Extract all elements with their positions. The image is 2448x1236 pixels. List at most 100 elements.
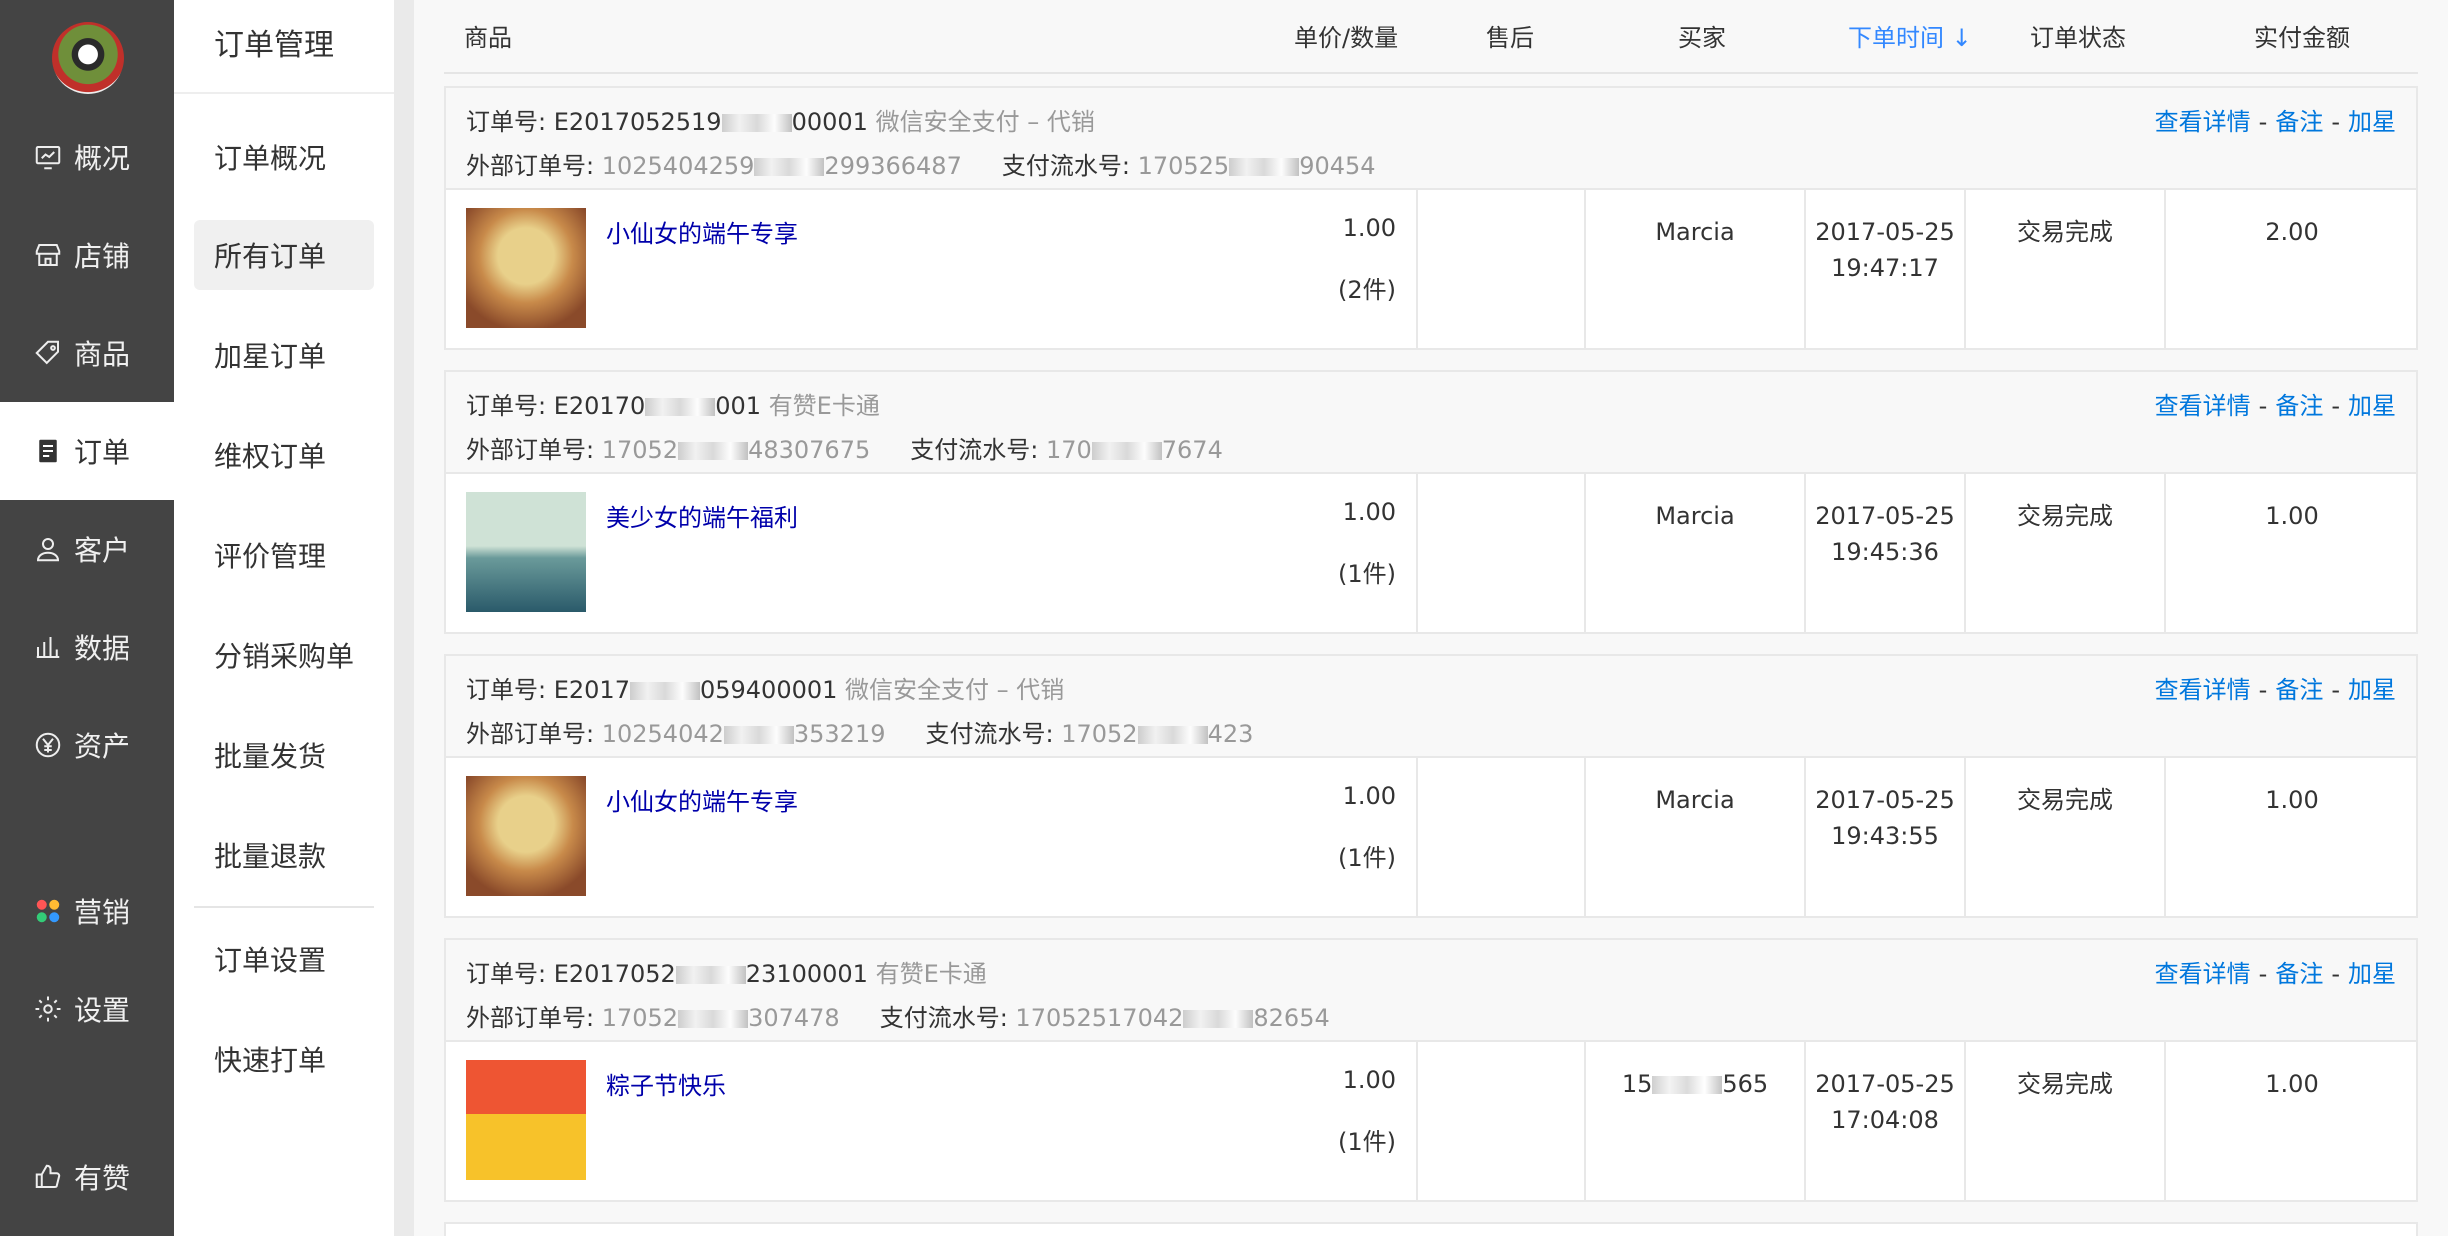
ext-order-number-tail: 307478 — [748, 1004, 840, 1032]
pay-channel: 有赞E卡通 — [875, 960, 987, 988]
redacted — [1652, 1076, 1723, 1094]
order-number: E2017052 — [553, 960, 676, 988]
subnav-item-all-orders[interactable]: 所有订单 — [194, 220, 374, 290]
pay-channel: 微信安全支付 – 代销 — [845, 676, 1065, 704]
subnav-item-overview[interactable]: 订单概况 — [194, 122, 374, 192]
pay-serial-tail: 423 — [1207, 720, 1254, 748]
unit-price: 1.00 — [1342, 498, 1396, 526]
subnav-item-reviews[interactable]: 评价管理 — [194, 520, 374, 590]
nav-label: 店铺 — [74, 240, 131, 273]
subnav-item-distribution[interactable]: 分销采购单 — [194, 620, 374, 690]
redacted — [721, 114, 792, 132]
nav-item-store[interactable]: 店铺 — [0, 206, 174, 304]
pay-serial: 17052517042 — [1015, 1004, 1184, 1032]
redacted — [1229, 158, 1300, 176]
order-status: 交易完成 — [2017, 218, 2113, 246]
label: 外部订单号: — [466, 720, 602, 748]
subnav-item-batch-ship[interactable]: 批量发货 — [194, 720, 374, 790]
subnav-item-batch-refund[interactable]: 批量退款 — [194, 820, 374, 890]
order-list-area: 商品 单价/数量 售后 买家 下单时间 ↓ 订单状态 实付金额 订单号: E20… — [414, 0, 2448, 1236]
unit-price: 1.00 — [1342, 1066, 1396, 1094]
subnav-title: 订单管理 — [214, 28, 334, 63]
label: 订单号: — [466, 392, 554, 420]
nav-item-data[interactable]: 数据 — [0, 598, 174, 696]
view-detail-link[interactable]: 查看详情 — [2155, 392, 2251, 420]
buyer-name: Marcia — [1655, 786, 1735, 814]
subnav-item-quick-print[interactable]: 快速打单 — [194, 1024, 374, 1094]
pay-serial-tail: 90454 — [1299, 152, 1376, 180]
view-detail-link[interactable]: 查看详情 — [2155, 108, 2251, 136]
col-product: 商品 — [464, 24, 512, 52]
after-sale-cell — [1416, 756, 1584, 918]
order-card-partial — [444, 1222, 2418, 1236]
label: 订单号: — [466, 108, 554, 136]
nav-item-customers[interactable]: 客户 — [0, 500, 174, 598]
ext-order-number: 17052 — [601, 436, 679, 464]
order-time: 19:43:55 — [1831, 822, 1939, 850]
sep: - — [2331, 960, 2340, 988]
order-date: 2017-05-25 — [1815, 218, 1955, 246]
nav-label: 营销 — [74, 896, 131, 929]
monitor-icon — [32, 141, 64, 173]
nav-item-marketing[interactable]: 营销 — [0, 862, 174, 960]
apps-icon — [32, 895, 64, 927]
sep: - — [2331, 108, 2340, 136]
redacted — [1183, 1010, 1254, 1028]
quantity: (1件) — [1338, 1128, 1396, 1156]
sep: - — [2258, 108, 2268, 136]
order-date: 2017-05-25 — [1815, 1070, 1955, 1098]
unit-price: 1.00 — [1342, 214, 1396, 242]
label: 订单号: — [466, 960, 554, 988]
nav-item-goods[interactable]: 商品 — [0, 304, 174, 402]
star-link[interactable]: 加星 — [2348, 676, 2396, 704]
sep: - — [2258, 392, 2268, 420]
label: 支付流水号: — [1001, 152, 1138, 180]
star-link[interactable]: 加星 — [2348, 960, 2396, 988]
remark-link[interactable]: 备注 — [2275, 676, 2323, 704]
remark-link[interactable]: 备注 — [2275, 108, 2323, 136]
view-detail-link[interactable]: 查看详情 — [2155, 960, 2251, 988]
nav-item-settings[interactable]: 设置 — [0, 960, 174, 1058]
col-after-sale: 售后 — [1486, 24, 1534, 52]
col-order-time-sort[interactable]: 下单时间 ↓ — [1848, 18, 1972, 53]
divider — [174, 92, 394, 94]
remark-link[interactable]: 备注 — [2275, 960, 2323, 988]
order-header: 订单号: E20170 001 有赞E卡通 外部订单号: 17052 4830767… — [446, 372, 2416, 474]
pay-serial: 17052 — [1061, 720, 1138, 748]
view-detail-link[interactable]: 查看详情 — [2155, 676, 2251, 704]
order-header: 订单号: E2017052 23100001 有赞E卡通 外部订单号: 17052… — [446, 940, 2416, 1042]
redacted — [723, 726, 794, 744]
table-header: 商品 单价/数量 售后 买家 下单时间 ↓ 订单状态 实付金额 — [444, 0, 2418, 74]
ext-order-number-tail: 353219 — [793, 720, 886, 748]
ext-order-number: 1025404259 — [601, 152, 755, 180]
nav-item-overview[interactable]: 概况 — [0, 108, 174, 206]
nav-label: 有赞 — [74, 1162, 131, 1195]
buyer-phone-tail: 565 — [1722, 1070, 1769, 1098]
pay-channel: 微信安全支付 – 代销 — [875, 108, 1095, 136]
sep: - — [2331, 392, 2340, 420]
star-link[interactable]: 加星 — [2348, 108, 2396, 136]
star-link[interactable]: 加星 — [2348, 392, 2396, 420]
label: 外部订单号: — [466, 152, 602, 180]
order-number: E2017052519 — [553, 108, 722, 136]
order-status: 交易完成 — [2017, 502, 2113, 530]
order-status: 交易完成 — [2017, 786, 2113, 814]
nav-item-orders[interactable]: 订单 — [0, 402, 174, 500]
order-card: 订单号: E2017 059400001 微信安全支付 – 代销 外部订单号: 1… — [444, 654, 2418, 918]
ext-order-number-tail: 48307675 — [748, 436, 871, 464]
subnav-item-starred[interactable]: 加星订单 — [194, 320, 374, 390]
paid-amount: 1.00 — [2265, 502, 2319, 530]
nav-item-youzan[interactable]: 有赞 — [0, 1128, 174, 1226]
thumb-icon — [32, 1161, 64, 1193]
subnav-item-order-settings[interactable]: 订单设置 — [194, 924, 374, 994]
order-number-tail: 00001 — [791, 108, 868, 136]
buyer-name: Marcia — [1655, 218, 1735, 246]
nav-item-assets[interactable]: 资产 — [0, 696, 174, 794]
scroll-track[interactable] — [394, 0, 414, 1236]
divider — [194, 906, 374, 908]
remark-link[interactable]: 备注 — [2275, 392, 2323, 420]
subnav-item-rights[interactable]: 维权订单 — [194, 420, 374, 490]
shop-logo[interactable] — [52, 22, 124, 94]
order-header: 订单号: E2017052519 00001 微信安全支付 – 代销 外部订单号:… — [446, 88, 2416, 190]
label: 支付流水号: — [910, 436, 1046, 464]
